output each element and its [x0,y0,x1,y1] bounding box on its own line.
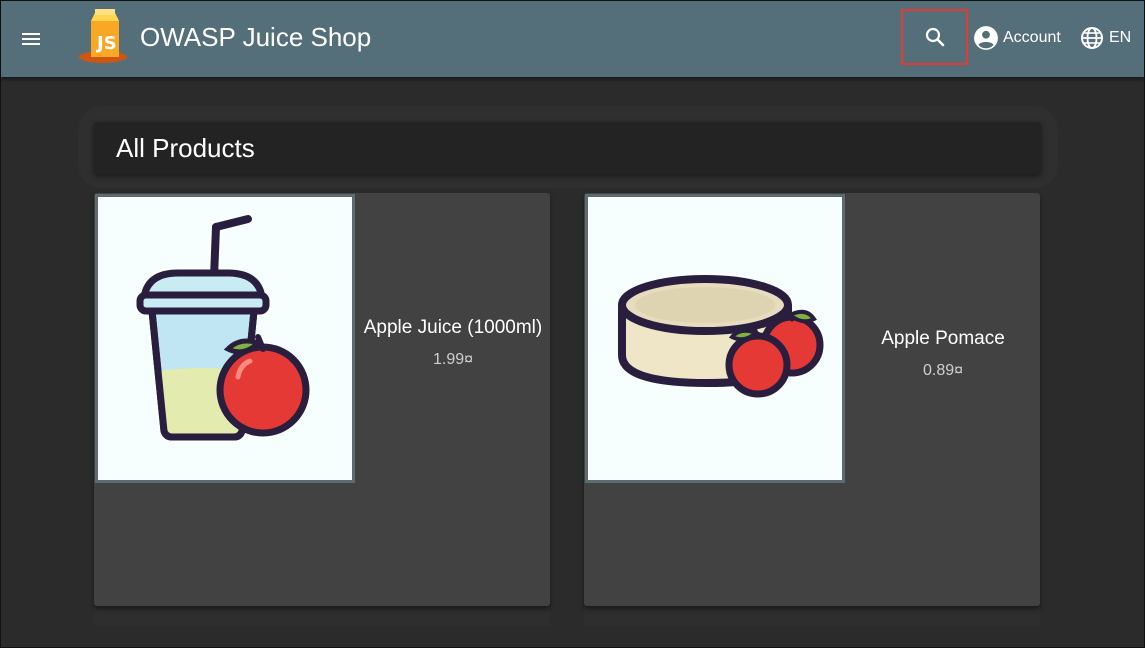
products-header: All Products [94,122,1041,174]
product-name: Apple Juice (1000ml) [363,317,543,338]
account-label: Account [1003,29,1061,46]
language-label: EN [1109,29,1132,46]
search-button[interactable] [901,9,968,65]
globe-icon [1081,27,1103,49]
card-shadow [584,606,1040,626]
menu-button[interactable] [11,19,51,59]
product-price: 0.89¤ [922,362,964,379]
product-card-apple-pomace[interactable]: Apple Pomace 0.89¤ [584,193,1040,606]
product-name: Apple Pomace [881,328,1005,349]
product-info: Apple Juice (1000ml) 1.99¤ [356,316,550,369]
app-title[interactable]: OWASP Juice Shop [140,22,371,53]
product-card-apple-juice[interactable]: Apple Juice (1000ml) 1.99¤ [94,193,550,606]
top-toolbar: JS OWASP Juice Shop Account EN [1,1,1144,77]
language-button[interactable]: EN [1080,23,1131,53]
menu-icon [22,33,40,45]
svg-text:JS: JS [95,33,117,54]
apple-juice-image[interactable] [95,194,355,483]
card-shadow [94,606,550,626]
product-info: Apple Pomace 0.89¤ [846,327,1040,380]
juice-shop-logo[interactable]: JS [77,7,133,65]
account-button[interactable]: Account [973,23,1061,53]
search-icon [925,27,944,47]
apple-pomace-image[interactable] [585,194,845,483]
account-circle-icon [974,26,998,50]
product-price: 1.99¤ [432,351,474,368]
page-title: All Products [116,133,255,163]
